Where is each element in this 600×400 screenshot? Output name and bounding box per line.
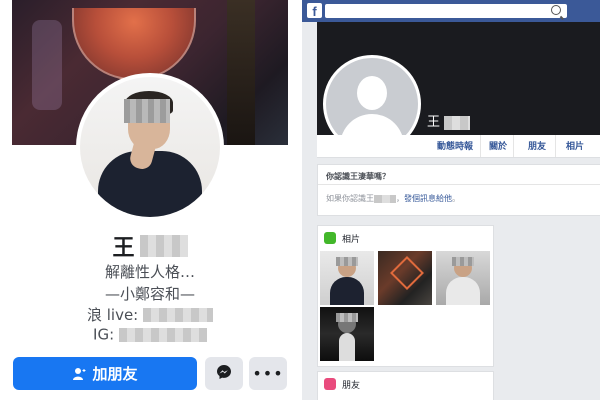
bio-line: 解離性人格… [104, 263, 195, 281]
name-mosaic [444, 115, 471, 130]
photos-icon [324, 232, 336, 244]
send-message-link[interactable]: 發個訊息給他 [404, 194, 452, 203]
photo-thumbnail[interactable] [436, 251, 490, 305]
photo-thumbnail[interactable] [320, 251, 374, 305]
bio-line: —小鄭容和— [104, 285, 195, 303]
tab-about[interactable]: 關於 [489, 139, 507, 152]
tab-timeline[interactable]: 動態時報 [437, 139, 473, 152]
friends-title[interactable]: 朋友 [342, 378, 360, 391]
photos-section: 相片 [317, 225, 494, 367]
face-blur-mosaic [124, 99, 170, 123]
add-person-icon [72, 367, 86, 381]
tab-photos[interactable]: 相片 [566, 139, 584, 152]
know-person-card: 你認識王淒華嗎？ 如果你認識王 ，發個訊息給他。 [317, 164, 600, 216]
top-navigation-bar: f [302, 0, 600, 22]
search-input[interactable] [325, 4, 567, 18]
profile-picture[interactable] [76, 73, 224, 221]
add-friend-button[interactable]: 加朋友 [13, 357, 197, 390]
profile-tabs: 動態時報 關於 朋友 相片 [317, 135, 600, 158]
profile-name-text: 王 [112, 236, 135, 261]
ig-id-mosaic [118, 327, 207, 342]
facebook-logo[interactable]: f [307, 3, 322, 19]
messenger-icon [216, 364, 232, 384]
name-mosaic [139, 235, 188, 257]
profile-name: 王 [0, 230, 300, 261]
friends-section: 朋友 [317, 371, 494, 400]
bio-line-ig: IG: [0, 325, 300, 344]
know-question: 你認識王淒華嗎？ [326, 172, 390, 181]
more-button[interactable]: ••• [249, 357, 287, 390]
know-message: 如果你認識王 ，發個訊息給他。 [326, 194, 460, 203]
add-friend-label: 加朋友 [92, 365, 138, 383]
mobile-profile: 王 解離性人格… —小鄭容和— 浪 live: IG: 加朋友 ••• [0, 0, 300, 400]
desktop-profile: f 王 動態時報 關於 朋友 相片 你認識王淒華嗎？ 如果你認識王 ，發個訊息給他… [300, 0, 600, 400]
photo-thumbnail[interactable] [378, 251, 432, 305]
more-icon: ••• [252, 363, 284, 383]
messenger-button[interactable] [205, 357, 243, 390]
friends-icon [324, 378, 336, 390]
bio-line-live: 浪 live: [0, 304, 300, 325]
photo-thumbnail[interactable] [320, 307, 374, 361]
photos-title[interactable]: 相片 [342, 232, 360, 245]
tab-friends[interactable]: 朋友 [528, 139, 546, 152]
search-icon[interactable] [551, 5, 561, 15]
live-id-mosaic [143, 307, 214, 322]
profile-name: 王 [427, 111, 471, 130]
